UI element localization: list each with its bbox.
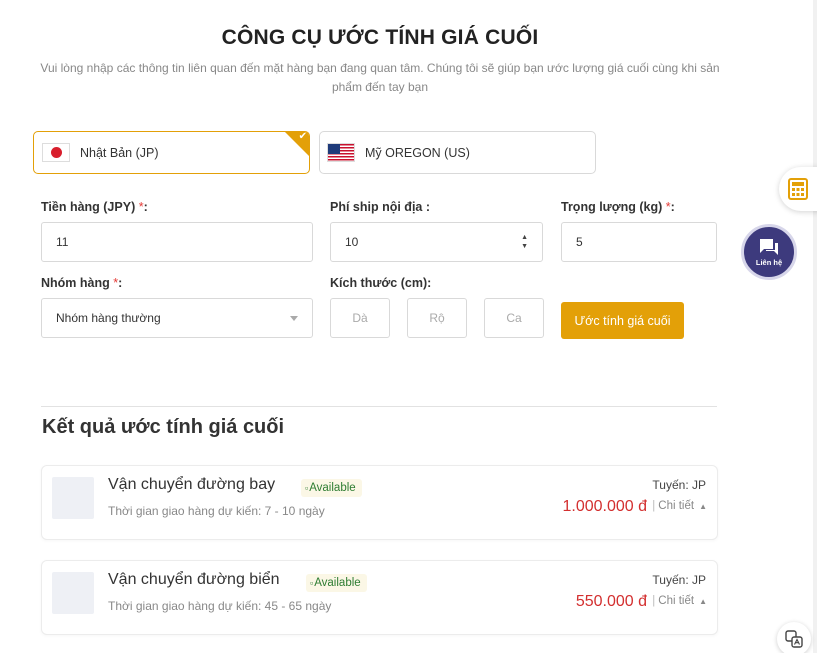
calculator-button[interactable] xyxy=(779,167,817,211)
weight-label: Trọng lượng (kg) *: xyxy=(561,200,675,214)
height-input[interactable]: Ca xyxy=(484,298,544,338)
width-input[interactable]: Rộ xyxy=(407,298,467,338)
usa-flag-icon xyxy=(327,143,355,162)
domestic-ship-label: Phí ship nội địa : xyxy=(330,200,430,214)
category-select[interactable]: Nhóm hàng thường xyxy=(41,298,313,338)
divider xyxy=(41,406,717,407)
estimated-price: 550.000 đ xyxy=(575,593,647,610)
country-label: Nhật Bản (JP) xyxy=(80,145,159,160)
detail-toggle[interactable]: | Chi tiết ▲ xyxy=(652,595,707,607)
result-card-air: Vận chuyển đường bay ▫ Available Thời gia… xyxy=(41,465,718,540)
country-option-usa[interactable]: Mỹ OREGON (US) xyxy=(319,131,596,174)
length-input[interactable]: Dà xyxy=(330,298,390,338)
caret-up-icon: ▲ xyxy=(699,596,707,606)
contact-button[interactable]: Liên hệ xyxy=(741,224,797,280)
country-option-japan[interactable]: Nhật Bản (JP) ✔ xyxy=(33,131,310,174)
separator: | xyxy=(652,500,656,512)
status-badge: ▫ Available xyxy=(301,479,362,497)
category-selected-value: Nhóm hàng thường xyxy=(56,311,161,325)
results-heading: Kết quả ước tính giá cuối xyxy=(42,416,285,438)
domestic-ship-value: 10 xyxy=(345,235,359,249)
size-label: Kích thước (cm): xyxy=(330,276,432,290)
detail-label: Chi tiết xyxy=(658,500,695,512)
price-label: Tiền hàng (JPY) *: xyxy=(41,200,148,214)
page-subtitle: Vui lòng nhập các thông tin liên quan đế… xyxy=(40,61,720,94)
result-card-sea: Vận chuyển đường biển ▫ Available Thời gi… xyxy=(41,560,718,635)
contact-label: Liên hệ xyxy=(755,258,783,267)
status-badge: ▫ Available xyxy=(306,574,367,592)
calculator-icon xyxy=(788,178,808,200)
price-input[interactable]: 11 xyxy=(41,222,313,262)
delivery-eta: Thời gian giao hàng dự kiến: 7 - 10 ngày xyxy=(108,504,325,518)
scrollbar[interactable] xyxy=(813,0,817,653)
chat-icon xyxy=(760,239,778,255)
status-dot-icon: ▫ xyxy=(305,483,309,493)
shipping-method-name: Vận chuyển đường biển xyxy=(108,571,280,588)
route-label: Tuyến: JP xyxy=(652,478,706,492)
domestic-ship-input[interactable]: 10 ▲ ▼ xyxy=(330,222,543,262)
separator: | xyxy=(652,595,656,607)
country-label: Mỹ OREGON (US) xyxy=(365,145,470,160)
estimate-button[interactable]: Ước tính giá cuối xyxy=(561,302,684,339)
check-icon: ✔ xyxy=(298,131,307,142)
category-label: Nhóm hàng *: xyxy=(41,276,123,290)
shipping-method-name: Vận chuyển đường bay xyxy=(108,476,276,493)
translate-button[interactable] xyxy=(777,622,811,653)
shipping-thumbnail xyxy=(52,572,94,614)
detail-label: Chi tiết xyxy=(658,595,695,607)
estimated-price: 1.000.000 đ xyxy=(562,498,647,515)
status-dot-icon: ▫ xyxy=(310,578,314,588)
chevron-down-icon xyxy=(290,316,298,321)
delivery-eta: Thời gian giao hàng dự kiến: 45 - 65 ngà… xyxy=(108,599,332,613)
page-title: CÔNG CỤ ƯỚC TÍNH GIÁ CUỐI xyxy=(221,26,539,49)
number-spinner-icon[interactable]: ▲ ▼ xyxy=(521,234,528,250)
japan-flag-icon xyxy=(42,143,70,162)
translate-icon xyxy=(785,630,803,648)
route-label: Tuyến: JP xyxy=(652,573,706,587)
caret-up-icon: ▲ xyxy=(699,501,707,511)
detail-toggle[interactable]: | Chi tiết ▲ xyxy=(652,500,707,512)
shipping-thumbnail xyxy=(52,477,94,519)
weight-input[interactable]: 5 xyxy=(561,222,717,262)
